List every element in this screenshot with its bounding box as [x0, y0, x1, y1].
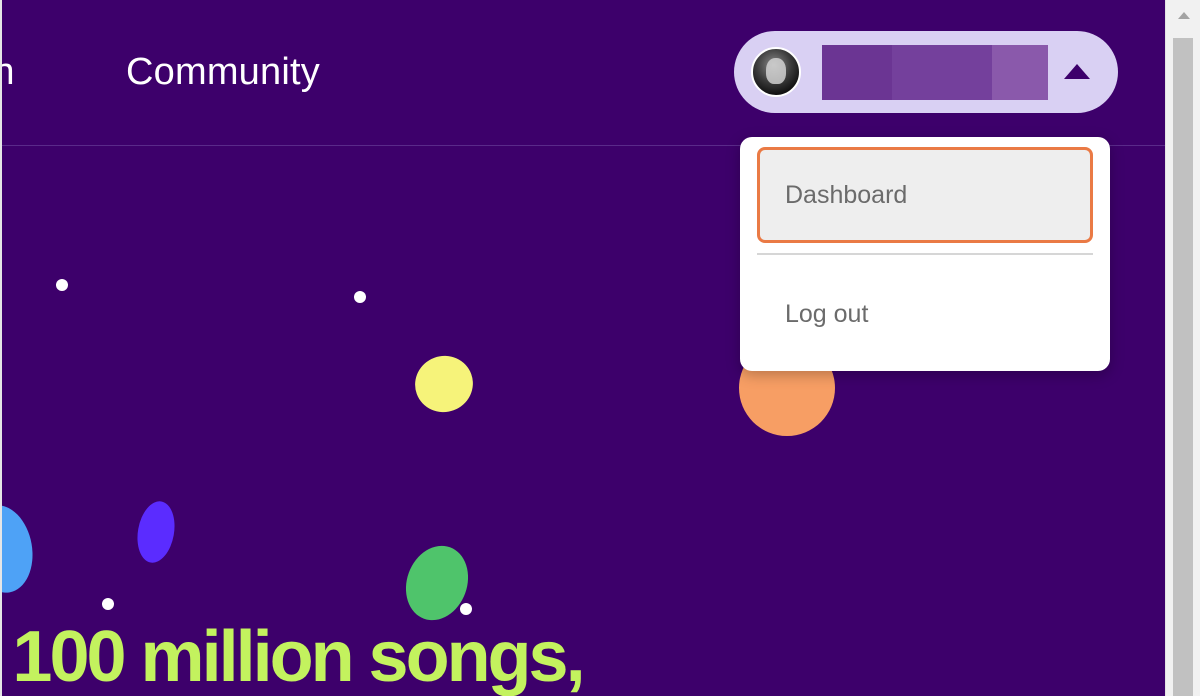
scroll-up-button[interactable] [1166, 0, 1200, 34]
avatar-photo [766, 58, 786, 84]
redacted-username [822, 45, 1048, 100]
hero-headline: y’s 100 million songs, [2, 617, 586, 696]
redacted-block [992, 45, 1048, 100]
violet-blob [132, 498, 180, 566]
menu-divider [757, 253, 1093, 255]
scroll-up-arrow-icon [1178, 12, 1190, 19]
blue-blob [2, 500, 40, 598]
nav-link-partial[interactable]: on [2, 48, 15, 96]
nav-link-community[interactable]: Community [126, 48, 320, 96]
window-edge [0, 0, 2, 696]
redacted-block [892, 45, 992, 100]
account-dropdown-menu: Dashboard Log out [740, 137, 1110, 371]
decorative-dot [354, 291, 366, 303]
page: on Community y’s 100 million [2, 0, 1165, 696]
menu-item-log-out[interactable]: Log out [757, 267, 1093, 361]
caret-up-icon [1064, 64, 1090, 79]
browser-viewport: on Community y’s 100 million [0, 0, 1165, 696]
avatar [751, 47, 801, 97]
scrollbar-thumb[interactable] [1173, 38, 1193, 696]
decorative-dot [56, 279, 68, 291]
top-navigation: on Community [2, 0, 1165, 146]
redacted-block [822, 45, 892, 100]
yellow-blob [407, 347, 481, 421]
decorative-dot [102, 598, 114, 610]
menu-item-dashboard[interactable]: Dashboard [757, 147, 1093, 243]
account-menu-button[interactable] [734, 31, 1118, 113]
vertical-scrollbar[interactable] [1165, 0, 1200, 696]
